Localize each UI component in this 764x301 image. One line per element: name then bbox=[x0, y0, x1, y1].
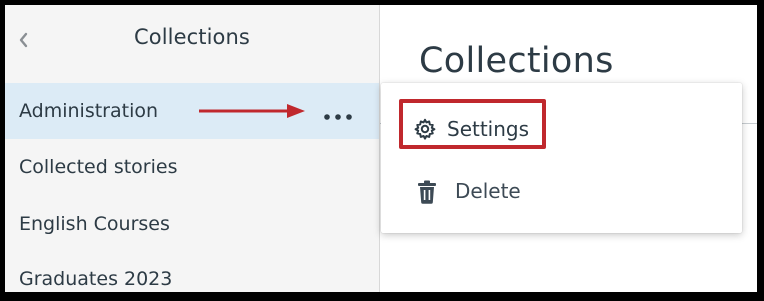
menu-item-label: Delete bbox=[455, 179, 521, 203]
sidebar-item-graduates-2023[interactable]: Graduates 2023 bbox=[5, 251, 379, 292]
trash-icon bbox=[418, 180, 436, 204]
sidebar-title: Collections bbox=[134, 25, 250, 49]
sidebar-item-label: English Courses bbox=[19, 213, 170, 235]
sidebar-item-english-courses[interactable]: English Courses bbox=[5, 196, 379, 252]
sidebar-item-label: Collected stories bbox=[19, 156, 178, 178]
more-options-icon[interactable] bbox=[320, 104, 356, 128]
sidebar-item-label: Administration bbox=[19, 100, 159, 122]
collections-sidebar: Collections Administration Collected sto… bbox=[5, 5, 380, 292]
gear-icon bbox=[414, 118, 436, 140]
sidebar-item-label: Graduates 2023 bbox=[19, 268, 173, 290]
collection-options-menu: Settings Delete bbox=[381, 83, 742, 233]
sidebar-item-collected-stories[interactable]: Collected stories bbox=[5, 139, 379, 195]
annotation-arrow-icon bbox=[199, 104, 305, 118]
page-title: Collections bbox=[419, 41, 614, 81]
menu-item-delete[interactable]: Delete bbox=[381, 167, 742, 215]
sidebar-header: Collections bbox=[5, 5, 379, 77]
menu-item-settings[interactable]: Settings bbox=[381, 105, 742, 153]
app-window: Collections Administration Collected sto… bbox=[5, 5, 757, 292]
menu-item-label: Settings bbox=[447, 117, 530, 141]
